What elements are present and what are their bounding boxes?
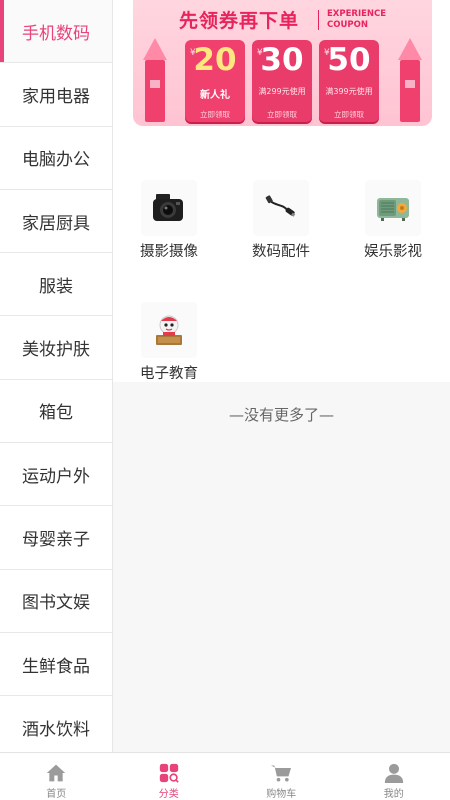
sidebar-item-beauty[interactable]: 美妆护肤 [0, 316, 112, 380]
bottom-tab-bar: 首页 分类 购物车 我的 [0, 752, 450, 800]
tab-label: 首页 [46, 789, 67, 800]
subcategory-label: 娱乐影视 [364, 244, 422, 260]
decorative-tower-icon [398, 38, 422, 122]
coupon-30[interactable]: ¥ 30 满299元使用 立即领取 [252, 40, 312, 122]
sidebar-item-home-kitchen[interactable]: 家居厨具 [0, 189, 112, 254]
tab-category[interactable]: 分类 [113, 753, 226, 800]
sidebar-item-phones-digital[interactable]: 手机数码 [0, 0, 112, 64]
coupon-amount: 30 [260, 42, 304, 78]
tab-home[interactable]: 首页 [0, 753, 113, 800]
banner-divider [318, 10, 319, 30]
coupon-claim-link[interactable]: 立即领取 [185, 109, 245, 120]
no-more-indicator: —没有更多了— [228, 406, 334, 424]
tab-profile[interactable]: 我的 [338, 753, 450, 800]
sidebar-item-bags[interactable]: 箱包 [0, 379, 112, 444]
subcategory-grid: 摄影摄像 数码配件 娱乐影视 电子教育 [113, 142, 450, 382]
user-icon [384, 763, 403, 783]
subcategory-label: 摄影摄像 [140, 244, 198, 260]
coupon-note: 满399元使用 [325, 87, 373, 96]
decorative-tower-icon [143, 38, 167, 122]
tab-label: 分类 [158, 789, 179, 800]
banner-subtitle-line2: COUPON [327, 20, 368, 30]
radio-icon [365, 180, 421, 236]
subcategory-photography[interactable]: 摄影摄像 [119, 180, 219, 261]
sidebar-item-books-entertainment[interactable]: 图书文娱 [0, 569, 112, 633]
coupon-note: 新人礼 [200, 90, 230, 101]
coupon-note: 满299元使用 [258, 87, 306, 96]
sidebar-item-mother-baby[interactable]: 母婴亲子 [0, 506, 112, 570]
coupon-claim-link[interactable]: 立即领取 [319, 109, 379, 120]
subcategory-electronic-education[interactable]: 电子教育 [119, 302, 219, 383]
category-icon [159, 763, 179, 783]
tab-label: 我的 [383, 789, 404, 800]
subcategory-label: 电子教育 [140, 366, 198, 382]
coupon-banner[interactable]: 先领券再下单 EXPERIENCE COUPON ¥ 20 新人礼 立即领取 ¥… [133, 0, 432, 126]
coupon-new-user[interactable]: ¥ 20 新人礼 立即领取 [185, 40, 245, 122]
coupon-amount: 20 [193, 42, 237, 78]
sidebar-item-drinks[interactable]: 酒水饮料 [0, 696, 112, 752]
sidebar-item-computers-office[interactable]: 电脑办公 [0, 126, 112, 190]
banner-container: 先领券再下单 EXPERIENCE COUPON ¥ 20 新人礼 立即领取 ¥… [113, 0, 450, 142]
cart-icon [271, 765, 292, 782]
category-sidebar: 手机数码 家用电器 电脑办公 家居厨具 服装 美妆护肤 箱包 运动户外 母婴亲子… [0, 0, 113, 752]
coupon-50[interactable]: ¥ 50 满399元使用 立即领取 [319, 40, 379, 122]
coupon-claim-link[interactable]: 立即领取 [252, 109, 312, 120]
sidebar-item-sports-outdoor[interactable]: 运动户外 [0, 443, 112, 507]
camera-icon [141, 180, 197, 236]
subcategory-digital-accessories[interactable]: 数码配件 [231, 180, 331, 261]
banner-title: 先领券再下单 [179, 10, 300, 32]
category-content: 先领券再下单 EXPERIENCE COUPON ¥ 20 新人礼 立即领取 ¥… [113, 0, 450, 752]
coupon-amount: 50 [327, 42, 371, 78]
home-icon [47, 764, 66, 782]
cable-icon [253, 180, 309, 236]
sidebar-item-clothing[interactable]: 服装 [0, 253, 112, 317]
education-robot-icon [141, 302, 197, 358]
subcategory-entertainment[interactable]: 娱乐影视 [343, 180, 443, 261]
app-root: 手机数码 家用电器 电脑办公 家居厨具 服装 美妆护肤 箱包 运动户外 母婴亲子… [0, 0, 450, 800]
sidebar-item-home-appliances[interactable]: 家用电器 [0, 63, 112, 127]
banner-subtitle: EXPERIENCE COUPON [327, 9, 386, 31]
sidebar-item-fresh-food[interactable]: 生鲜食品 [0, 632, 112, 697]
subcategory-label: 数码配件 [252, 244, 310, 260]
tab-label: 购物车 [266, 789, 297, 800]
banner-subtitle-line1: EXPERIENCE [327, 9, 387, 19]
tab-cart[interactable]: 购物车 [225, 753, 338, 800]
